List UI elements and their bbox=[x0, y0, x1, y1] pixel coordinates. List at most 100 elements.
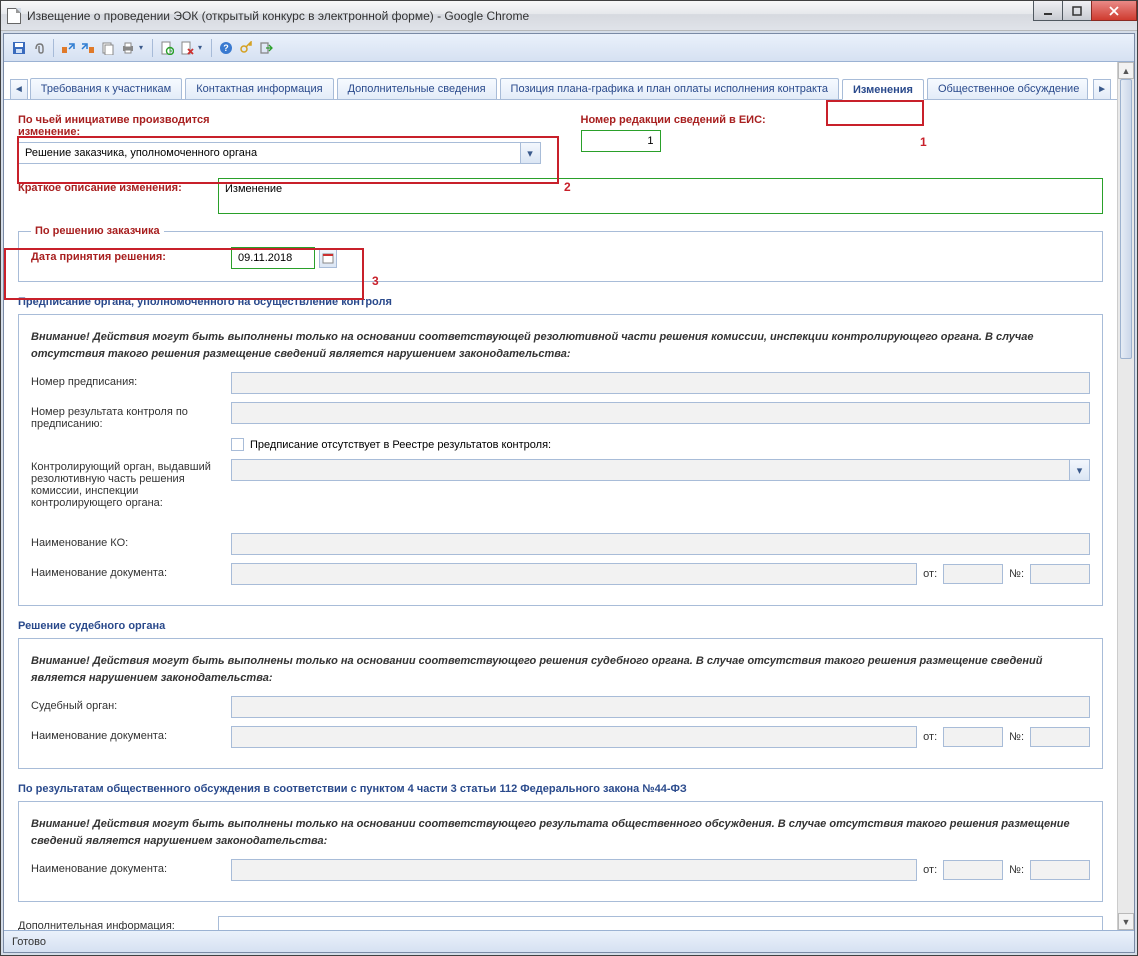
dropdown-icon[interactable]: ▾ bbox=[139, 43, 147, 52]
close-button[interactable] bbox=[1091, 1, 1137, 21]
from-label: от: bbox=[917, 731, 943, 743]
title-bar: Извещение о проведении ЭОК (открытый кон… bbox=[1, 1, 1137, 31]
court-doc-date-input[interactable] bbox=[943, 727, 1003, 747]
chevron-down-icon: ▾ bbox=[520, 143, 540, 163]
number-label: №: bbox=[1003, 864, 1030, 876]
tab-contact[interactable]: Контактная информация bbox=[185, 78, 333, 99]
control-doc-name-label: Наименование документа: bbox=[31, 563, 231, 579]
tab-strip: ◄ Требования к участникам Контактная инф… bbox=[4, 76, 1117, 100]
court-section-title: Решение судебного органа bbox=[18, 620, 1103, 632]
court-body-label: Судебный орган: bbox=[31, 696, 231, 712]
calendar-icon[interactable] bbox=[319, 248, 337, 268]
refresh-doc-icon[interactable] bbox=[158, 39, 176, 57]
public-doc-name-input[interactable] bbox=[231, 859, 917, 881]
tab-scroll-right[interactable]: ► bbox=[1093, 79, 1111, 99]
content-pane: ◄ Требования к участникам Контактная инф… bbox=[4, 62, 1117, 930]
scrollbar-thumb[interactable] bbox=[1120, 79, 1132, 359]
chevron-down-icon: ▾ bbox=[1069, 460, 1089, 480]
maximize-button[interactable] bbox=[1062, 1, 1092, 21]
short-desc-label: Краткое описание изменения: bbox=[18, 178, 218, 194]
from-label: от: bbox=[917, 864, 943, 876]
tab-public-discussion[interactable]: Общественное обсуждение bbox=[927, 78, 1088, 99]
toolbar-separator bbox=[53, 39, 54, 57]
customer-decision-group: По решению заказчика Дата принятия решен… bbox=[18, 225, 1103, 282]
ko-name-input[interactable] bbox=[231, 533, 1090, 555]
tab-schedule[interactable]: Позиция плана-графика и план оплаты испо… bbox=[500, 78, 839, 99]
export-icon[interactable] bbox=[59, 39, 77, 57]
court-doc-name-input[interactable] bbox=[231, 726, 917, 748]
customer-decision-legend: По решению заказчика bbox=[31, 225, 164, 237]
toolbar-separator bbox=[211, 39, 212, 57]
svg-text:?: ? bbox=[223, 43, 229, 53]
initiative-value: Решение заказчика, уполномоченного орган… bbox=[25, 147, 257, 159]
additional-info-input[interactable] bbox=[218, 916, 1103, 930]
status-bar: Готово bbox=[4, 930, 1134, 952]
decision-date-input[interactable]: 09.11.2018 bbox=[231, 247, 315, 269]
tab-additional[interactable]: Дополнительные сведения bbox=[337, 78, 497, 99]
public-group: Внимание! Действия могут быть выполнены … bbox=[18, 801, 1103, 902]
tab-participants[interactable]: Требования к участникам bbox=[30, 78, 182, 99]
prescription-num-input[interactable] bbox=[231, 372, 1090, 394]
initiative-label: По чьей инициативе производится изменени… bbox=[18, 110, 218, 138]
annotation-num-1: 1 bbox=[920, 135, 927, 149]
initiative-select[interactable]: Решение заказчика, уполномоченного орган… bbox=[18, 142, 541, 164]
absent-checkbox[interactable] bbox=[231, 438, 244, 451]
status-text: Готово bbox=[12, 936, 46, 948]
court-group: Внимание! Действия могут быть выполнены … bbox=[18, 638, 1103, 769]
absent-checkbox-label: Предписание отсутствует в Реестре резуль… bbox=[250, 439, 551, 451]
control-doc-name-input[interactable] bbox=[231, 563, 917, 585]
window-title: Извещение о проведении ЭОК (открытый кон… bbox=[27, 9, 529, 23]
attach-icon[interactable] bbox=[30, 39, 48, 57]
toolbar: ▾ ▾ ? bbox=[4, 34, 1134, 62]
ko-name-label: Наименование КО: bbox=[31, 533, 231, 549]
public-section-title: По результатам общественного обсуждения … bbox=[18, 783, 1103, 795]
public-doc-date-input[interactable] bbox=[943, 860, 1003, 880]
short-desc-input[interactable] bbox=[218, 178, 1103, 214]
save-icon[interactable] bbox=[10, 39, 28, 57]
control-group: Внимание! Действия могут быть выполнены … bbox=[18, 314, 1103, 606]
court-warning: Внимание! Действия могут быть выполнены … bbox=[31, 653, 1090, 686]
authority-select[interactable]: ▾ bbox=[231, 459, 1090, 481]
control-warning: Внимание! Действия могут быть выполнены … bbox=[31, 329, 1090, 362]
minimize-button[interactable] bbox=[1033, 1, 1063, 21]
control-result-num-label: Номер результата контроля по предписанию… bbox=[31, 402, 231, 430]
court-doc-name-label: Наименование документа: bbox=[31, 726, 231, 742]
annotation-num-3: 3 bbox=[372, 274, 379, 288]
number-label: №: bbox=[1003, 568, 1030, 580]
control-section-title: Предписание органа, уполномоченного на о… bbox=[18, 296, 1103, 308]
control-result-num-input[interactable] bbox=[231, 402, 1090, 424]
control-doc-number-input[interactable] bbox=[1030, 564, 1090, 584]
app-body: ▾ ▾ ? ◄ Требования к участникам Контактн… bbox=[3, 33, 1135, 953]
tab-changes[interactable]: Изменения bbox=[842, 79, 924, 100]
number-label: №: bbox=[1003, 731, 1030, 743]
print-icon[interactable] bbox=[119, 39, 137, 57]
window-frame: Извещение о проведении ЭОК (открытый кон… bbox=[0, 0, 1138, 956]
vertical-scrollbar[interactable]: ▲ ▼ bbox=[1117, 62, 1134, 930]
public-warning: Внимание! Действия могут быть выполнены … bbox=[31, 816, 1090, 849]
eis-label: Номер редакции сведений в ЕИС: bbox=[581, 110, 781, 126]
scroll-up-icon[interactable]: ▲ bbox=[1118, 62, 1134, 79]
decision-date-label: Дата принятия решения: bbox=[31, 247, 231, 263]
additional-info-label: Дополнительная информация: bbox=[18, 916, 218, 930]
court-body-input[interactable] bbox=[231, 696, 1090, 718]
document-icon bbox=[7, 8, 21, 24]
delete-doc-icon[interactable] bbox=[178, 39, 196, 57]
eis-number-input[interactable]: 1 bbox=[581, 130, 661, 152]
authority-label: Контролирующий орган, выдавший резолютив… bbox=[31, 459, 231, 509]
toolbar-separator bbox=[152, 39, 153, 57]
annotation-num-2: 2 bbox=[564, 180, 571, 194]
import-icon[interactable] bbox=[79, 39, 97, 57]
scroll-down-icon[interactable]: ▼ bbox=[1118, 913, 1134, 930]
help-icon[interactable]: ? bbox=[217, 39, 235, 57]
prescription-num-label: Номер предписания: bbox=[31, 372, 231, 388]
court-doc-number-input[interactable] bbox=[1030, 727, 1090, 747]
dropdown-icon[interactable]: ▾ bbox=[198, 43, 206, 52]
copy-icon[interactable] bbox=[99, 39, 117, 57]
tab-scroll-left[interactable]: ◄ bbox=[10, 79, 28, 99]
key-icon[interactable] bbox=[237, 39, 255, 57]
from-label: от: bbox=[917, 568, 943, 580]
control-doc-date-input[interactable] bbox=[943, 564, 1003, 584]
public-doc-name-label: Наименование документа: bbox=[31, 859, 231, 875]
public-doc-number-input[interactable] bbox=[1030, 860, 1090, 880]
exit-icon[interactable] bbox=[257, 39, 275, 57]
